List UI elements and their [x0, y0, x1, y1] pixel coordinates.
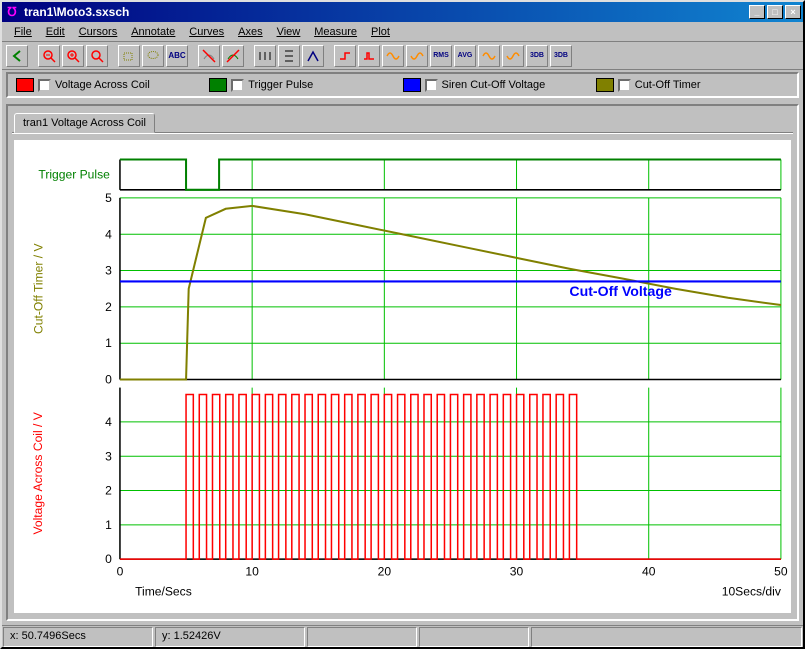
statusbar: x: 50.7496Secs y: 1.52426V: [2, 625, 803, 647]
legend-label: Trigger Pulse: [248, 79, 313, 91]
menu-view[interactable]: View: [271, 24, 307, 40]
legend-label: Siren Cut-Off Voltage: [442, 79, 546, 91]
back-button[interactable]: [6, 45, 28, 67]
menu-axes[interactable]: Axes: [232, 24, 268, 40]
select-lasso-button[interactable]: [142, 45, 164, 67]
window-title: tran1\Moto3.sxsch: [24, 5, 749, 19]
legend-item-trigger[interactable]: Trigger Pulse: [209, 78, 402, 92]
svg-text:2: 2: [105, 300, 112, 314]
sine2-button[interactable]: [478, 45, 500, 67]
redo-curve-button[interactable]: [222, 45, 244, 67]
status-y: y: 1.52426V: [155, 627, 305, 647]
menu-edit[interactable]: Edit: [40, 24, 71, 40]
tab-strip: tran1 Voltage Across Coil: [8, 106, 797, 132]
chart-area: tran1 Voltage Across Coil Trigger Pulse 0…: [6, 104, 799, 621]
titlebar[interactable]: ℧ tran1\Moto3.sxsch _ □ ×: [2, 2, 803, 22]
zoom-fit-button[interactable]: [86, 45, 108, 67]
svg-text:4: 4: [105, 227, 112, 241]
legend-label: Voltage Across Coil: [55, 79, 150, 91]
svg-text:5: 5: [105, 191, 112, 205]
svg-text:2: 2: [105, 484, 112, 498]
status-cell-4: [419, 627, 529, 647]
chart-tab[interactable]: tran1 Voltage Across Coil: [14, 113, 155, 133]
legend-item-cutoff-timer[interactable]: Cut-Off Timer: [596, 78, 789, 92]
sine3-button[interactable]: [502, 45, 524, 67]
glitch-button[interactable]: [358, 45, 380, 67]
svg-text:20: 20: [378, 564, 392, 578]
3db-button[interactable]: 3DB: [526, 45, 548, 67]
svg-text:0: 0: [117, 564, 124, 578]
app-window: ℧ tran1\Moto3.sxsch _ □ × File Edit Curs…: [0, 0, 805, 649]
legend-item-siren[interactable]: Siren Cut-Off Voltage: [403, 78, 596, 92]
legend-item-voltage-coil[interactable]: Voltage Across Coil: [16, 78, 209, 92]
3db-alt-button[interactable]: 3DB: [550, 45, 572, 67]
svg-text:4: 4: [105, 415, 112, 429]
svg-text:1: 1: [105, 518, 112, 532]
zoom-out-button[interactable]: [38, 45, 60, 67]
close-button[interactable]: ×: [785, 5, 801, 19]
svg-text:10: 10: [245, 564, 259, 578]
svg-text:Cut-Off Timer / V: Cut-Off Timer / V: [31, 243, 45, 334]
svg-text:3: 3: [105, 264, 112, 278]
ruler-v-button[interactable]: [278, 45, 300, 67]
svg-text:50: 50: [774, 564, 788, 578]
legend-swatch: [596, 78, 614, 92]
rms-button[interactable]: RMS: [430, 45, 452, 67]
toolbar: ABC RMS AVG 3DB 3DB: [2, 42, 803, 70]
menu-plot[interactable]: Plot: [365, 24, 396, 40]
legend-swatch: [16, 78, 34, 92]
svg-text:Time/Secs: Time/Secs: [135, 584, 192, 598]
status-cell-3: [307, 627, 417, 647]
plot-svg[interactable]: Trigger Pulse 0 1 2 3 4 5 Cut-Off Timer / V Cut-…: [14, 140, 791, 613]
svg-text:0: 0: [105, 552, 112, 566]
sine-button[interactable]: [382, 45, 404, 67]
svg-text:40: 40: [642, 564, 656, 578]
app-icon: ℧: [4, 4, 20, 20]
sine-alt-button[interactable]: [406, 45, 428, 67]
text-tool-button[interactable]: ABC: [166, 45, 188, 67]
menubar: File Edit Cursors Annotate Curves Axes V…: [2, 22, 803, 42]
select-rect-button[interactable]: [118, 45, 140, 67]
plot-container[interactable]: Trigger Pulse 0 1 2 3 4 5 Cut-Off Timer / V Cut-…: [14, 140, 791, 613]
legend-checkbox[interactable]: [618, 79, 631, 92]
status-cell-5: [531, 627, 802, 647]
legend-bar: Voltage Across Coil Trigger Pulse Siren …: [6, 72, 799, 98]
menu-measure[interactable]: Measure: [308, 24, 363, 40]
menu-curves[interactable]: Curves: [183, 24, 230, 40]
legend-checkbox[interactable]: [38, 79, 51, 92]
svg-text:Trigger Pulse: Trigger Pulse: [38, 168, 110, 182]
ruler-h-button[interactable]: [254, 45, 276, 67]
maximize-button[interactable]: □: [767, 5, 783, 19]
svg-text:1: 1: [105, 336, 112, 350]
legend-swatch: [209, 78, 227, 92]
legend-checkbox[interactable]: [425, 79, 438, 92]
zoom-in-button[interactable]: [62, 45, 84, 67]
menu-file[interactable]: File: [8, 24, 38, 40]
minimize-button[interactable]: _: [749, 5, 765, 19]
status-x: x: 50.7496Secs: [3, 627, 153, 647]
svg-text:0: 0: [105, 373, 112, 387]
legend-label: Cut-Off Timer: [635, 79, 701, 91]
avg-button[interactable]: AVG: [454, 45, 476, 67]
svg-text:30: 30: [510, 564, 524, 578]
legend-checkbox[interactable]: [231, 79, 244, 92]
svg-text:10Secs/div: 10Secs/div: [722, 584, 781, 598]
svg-text:3: 3: [105, 449, 112, 463]
undo-curve-button[interactable]: [198, 45, 220, 67]
legend-swatch: [403, 78, 421, 92]
svg-text:Cut-Off Voltage: Cut-Off Voltage: [569, 283, 672, 299]
svg-text:Voltage Across Coil / V: Voltage Across Coil / V: [31, 411, 45, 534]
step-up-button[interactable]: [334, 45, 356, 67]
window-controls: _ □ ×: [749, 5, 801, 19]
caliper-button[interactable]: [302, 45, 324, 67]
menu-annotate[interactable]: Annotate: [125, 24, 181, 40]
menu-cursors[interactable]: Cursors: [73, 24, 124, 40]
